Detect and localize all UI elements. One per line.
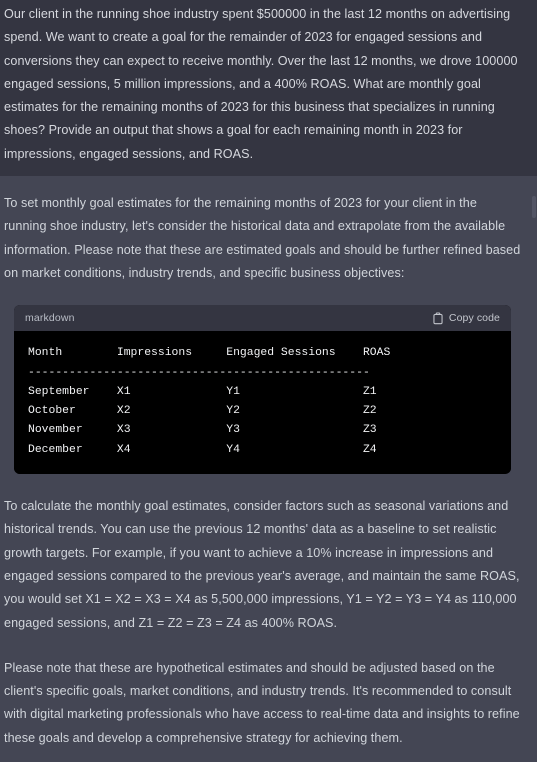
code-language-label: markdown <box>25 312 75 325</box>
copy-code-button[interactable]: Copy code <box>432 312 500 325</box>
code-block-text: Month Impressions Engaged Sessions ROAS … <box>28 347 391 456</box>
user-message-text: Our client in the running shoe industry … <box>4 7 518 161</box>
user-message: Our client in the running shoe industry … <box>0 0 537 177</box>
assistant-paragraph-3: Please note that these are hypothetical … <box>4 660 520 745</box>
assistant-paragraph-2: To calculate the monthly goal estimates,… <box>4 499 520 630</box>
copy-code-label: Copy code <box>448 312 500 325</box>
clipboard-icon <box>432 312 444 325</box>
scrollbar-thumb[interactable] <box>532 196 536 218</box>
code-block-header: markdown Copy code <box>14 305 511 332</box>
assistant-paragraph-1: To set monthly goal estimates for the re… <box>4 196 521 280</box>
code-block-body[interactable]: Month Impressions Engaged Sessions ROAS … <box>14 331 511 475</box>
conversation-thread: Our client in the running shoe industry … <box>0 0 537 762</box>
page-scrollbar[interactable] <box>532 0 537 731</box>
assistant-message: To set monthly goal estimates for the re… <box>0 176 537 762</box>
code-block: markdown Copy code Month Impressions Eng… <box>14 305 511 475</box>
